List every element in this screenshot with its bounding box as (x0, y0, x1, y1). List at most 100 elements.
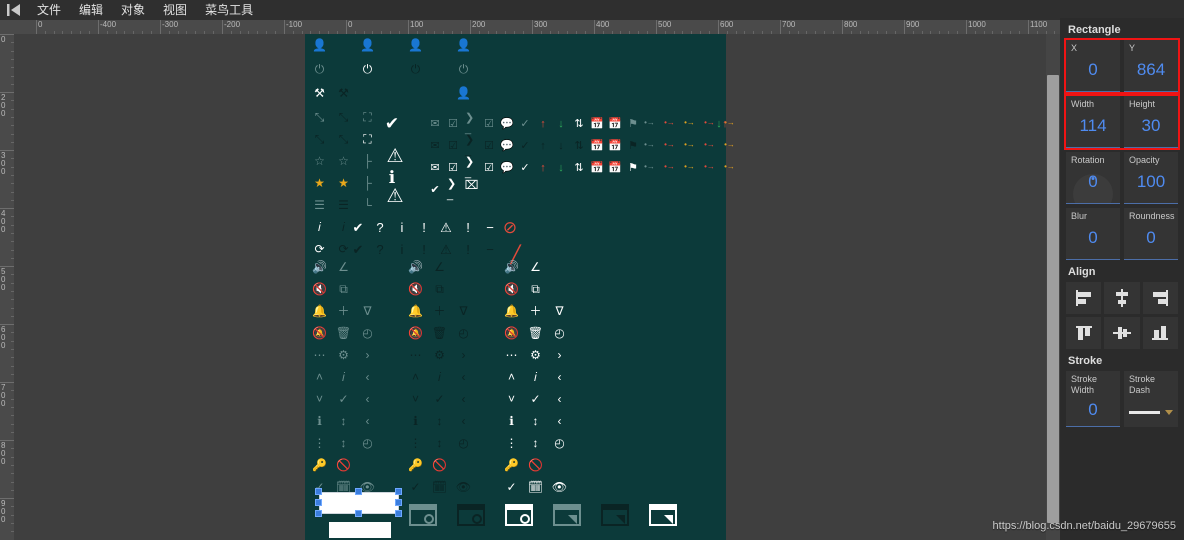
status-circle-icon[interactable]: ⚠ (439, 220, 453, 234)
stroke-dash-preview[interactable] (1129, 410, 1173, 415)
canvas-icon[interactable]: 👁 (456, 480, 471, 493)
canvas-icon[interactable]: ⧉ (529, 282, 542, 295)
blur-value[interactable]: 0 (1071, 228, 1115, 248)
close-window-icon[interactable]: ⌧ (465, 178, 479, 191)
canvas-icon[interactable]: ◴ (553, 326, 566, 339)
toolbar-icon[interactable]: 💬 (500, 162, 514, 174)
canvas-scrollbar-thumb[interactable] (1047, 75, 1059, 523)
canvas-icon[interactable]: ℹ (409, 414, 422, 427)
status-circle-dark-icon[interactable]: − (483, 242, 497, 256)
canvas-icon[interactable]: ∠ (529, 260, 542, 273)
person-icon[interactable]: 👤 (408, 38, 423, 51)
power-icon[interactable]: ⏻ (457, 62, 470, 75)
status-circle-icon[interactable]: ! (417, 220, 431, 234)
menu-item-tools[interactable]: 菜鸟工具 (196, 0, 262, 20)
arrow-icon[interactable]: ⇅ (573, 118, 585, 130)
status-circle-dark-icon[interactable]: ✔ (351, 242, 365, 256)
opacity-value[interactable]: 100 (1129, 172, 1173, 192)
y-field[interactable]: Y 864 (1124, 40, 1178, 92)
person-icon[interactable]: 👤 (312, 38, 327, 51)
canvas-icon[interactable]: ‹ (553, 414, 566, 427)
calendar-flag-icon[interactable]: ⚑ (627, 162, 639, 174)
secondary-rectangle[interactable] (329, 522, 391, 538)
window-icon[interactable] (553, 504, 581, 526)
canvas-icon[interactable]: ⋮ (409, 436, 422, 449)
resize-handle-se[interactable] (395, 510, 402, 517)
chevron-down-icon[interactable] (1165, 410, 1173, 415)
canvas-icon[interactable]: ✓ (433, 392, 446, 405)
arrow-icon[interactable]: ⇅ (573, 162, 585, 174)
toolbar-icon[interactable]: ✓ (519, 162, 531, 174)
italic-info-icon[interactable]: 𝑖 (313, 220, 326, 233)
y-value[interactable]: 864 (1129, 60, 1173, 80)
workspace[interactable]: 👤 👤 👤 👤 ⏻ ⏻ ⏻ ⏻ ⚒ ⚒ 👤 ⤡ ⤡ ⛶ ⤡ ⤡ ⛶ ☆ ☆ ├ ★ ★ ├ ☰ ☰ └ 𝑖 𝑖 ⟳ ⟳ ⚠ ⚠ ✔ ℹ ✔? i! ⚠!… (14, 34, 1046, 540)
canvas-icon[interactable]: ＋ (433, 304, 446, 317)
star-filled-icon[interactable]: ★ (337, 176, 350, 189)
menu-item-edit[interactable]: 编辑 (70, 0, 112, 20)
canvas-icon[interactable]: ⚙ (337, 348, 350, 361)
toolbar-icon[interactable]: ✓ (519, 140, 531, 152)
refresh-icon[interactable]: ⟳ (337, 242, 350, 255)
canvas-icon[interactable]: ⋯ (505, 348, 518, 361)
toolbar-icon[interactable]: ❯_ (465, 135, 477, 157)
check-circle-icon[interactable]: ✔ (429, 184, 441, 196)
resize-handle-extra-0[interactable] (315, 499, 322, 506)
canvas-icon[interactable]: 𝑖 (433, 370, 446, 383)
canvas-icon[interactable]: ↕ (433, 414, 446, 427)
canvas-icon[interactable]: ↕ (529, 414, 542, 427)
width-field[interactable]: Width 114 (1066, 96, 1120, 148)
canvas-icon[interactable]: ℹ (505, 414, 518, 427)
stroke-width-field[interactable]: Stroke Width 0 (1066, 371, 1120, 427)
dot-arrow-icon[interactable]: •→ (684, 140, 695, 149)
canvas-icon[interactable]: ‹ (457, 392, 470, 405)
align-bottom-button[interactable] (1142, 317, 1178, 349)
canvas-icon[interactable]: 🔇 (504, 282, 519, 295)
resize-handle-nw[interactable] (315, 488, 322, 495)
canvas-icon[interactable]: › (361, 348, 374, 361)
canvas-icon[interactable]: › (457, 348, 470, 361)
calendar-flag-icon[interactable]: 📅 (608, 162, 622, 174)
canvas-icon[interactable]: ∇ (553, 304, 566, 317)
canvas-icon[interactable]: ⧉ (433, 282, 446, 295)
toolbar-icon[interactable]: ✉ (429, 140, 441, 152)
wrench-icon[interactable]: ⚒ (337, 86, 350, 99)
toolbar-icon[interactable]: ☑ (447, 118, 459, 130)
canvas-icon[interactable]: ⋯ (409, 348, 422, 361)
canvas-icon[interactable]: ˅ (505, 392, 518, 405)
resize-handle-ne[interactable] (395, 488, 402, 495)
canvas-icon[interactable]: 🔕 (312, 326, 327, 339)
canvas-icon[interactable]: ˅ (409, 392, 422, 405)
status-circle-dark-icon[interactable]: ? (373, 242, 387, 256)
canvas-icon[interactable]: ˄ (409, 370, 422, 383)
canvas-icon[interactable]: ‹ (361, 414, 374, 427)
canvas-icon[interactable]: ↕ (529, 436, 542, 449)
resize-handle-extra-1[interactable] (355, 510, 362, 517)
toolbar-icon[interactable]: ✓ (519, 118, 531, 130)
menu-item-view[interactable]: 视图 (154, 0, 196, 20)
canvas-icon[interactable]: 🔊 (408, 260, 423, 273)
dot-arrow-icon[interactable]: •→ (704, 140, 715, 149)
window-icon[interactable] (505, 504, 533, 526)
calendar-flag-icon[interactable]: 📅 (608, 140, 622, 152)
canvas-icon[interactable]: ⋮ (313, 436, 326, 449)
canvas-icon[interactable]: ⧉ (337, 282, 350, 295)
dot-arrow-icon[interactable]: •→ (644, 118, 655, 127)
align-center-horizontal-button[interactable] (1104, 282, 1140, 314)
dot-arrow-icon[interactable]: •→ (664, 140, 675, 149)
toolbar-icon[interactable]: ☑ (483, 162, 495, 174)
menu-item-file[interactable]: 文件 (28, 0, 70, 20)
canvas-icon[interactable]: 🚫 (528, 458, 543, 471)
roundness-field[interactable]: Roundness 0 (1124, 208, 1178, 260)
window-icon[interactable] (457, 504, 485, 526)
canvas-icon[interactable]: ↕ (433, 436, 446, 449)
dot-arrow-icon[interactable]: •→ (684, 118, 695, 127)
canvas-icon[interactable]: ⚙ (529, 348, 542, 361)
canvas-icon[interactable]: 🔇 (408, 282, 423, 295)
canvas-icon[interactable]: 𝑖 (529, 370, 542, 383)
canvas-icon[interactable]: 🗑 (528, 326, 543, 339)
info-circle-icon[interactable]: ℹ (383, 168, 401, 186)
canvas-icon[interactable]: 🔊 (312, 260, 327, 273)
align-left-button[interactable] (1066, 282, 1102, 314)
canvas-icon[interactable]: 🗓 (528, 480, 543, 493)
toolbar-icon[interactable]: 💬 (500, 140, 514, 152)
